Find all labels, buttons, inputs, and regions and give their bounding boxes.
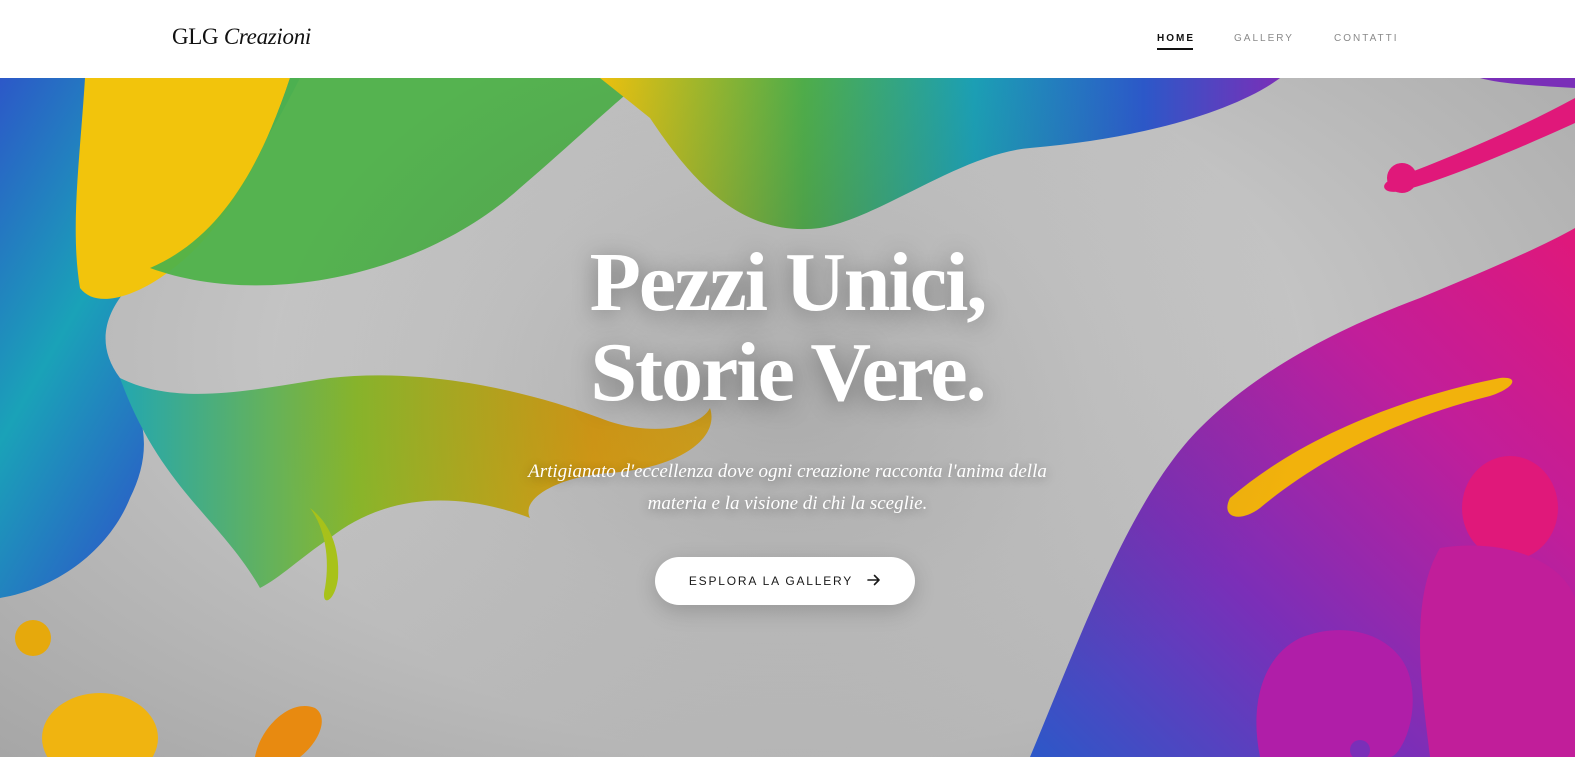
explore-gallery-button[interactable]: ESPLORA LA GALLERY — [655, 557, 915, 605]
cta-label: ESPLORA LA GALLERY — [688, 574, 854, 588]
hero-subtitle-line-2: materia e la visione di chi la sceglie. — [647, 493, 928, 514]
hero-subtitle-line-1: Artigianato d'eccellenza dove ogni creaz… — [528, 461, 1047, 482]
hero-subtitle: Artigianato d'eccellenza dove ogni creaz… — [490, 456, 1085, 520]
hero-title-line-2: Storie Vere. — [590, 326, 986, 419]
arrow-right-icon — [867, 573, 881, 589]
hero-title: Pezzi Unici, Storie Vere. — [0, 238, 1575, 418]
site-header: GLG Creazioni HOME GALLERY CONTATTI — [0, 0, 1575, 78]
nav-link-contatti[interactable]: CONTATTI — [1334, 33, 1399, 44]
hero-section: Pezzi Unici, Storie Vere. Artigianato d'… — [0, 78, 1575, 757]
nav-link-gallery[interactable]: GALLERY — [1234, 33, 1294, 44]
hero-title-line-1: Pezzi Unici, — [589, 236, 988, 329]
main-nav: HOME GALLERY CONTATTI — [0, 33, 1575, 53]
nav-link-home[interactable]: HOME — [1157, 33, 1195, 50]
